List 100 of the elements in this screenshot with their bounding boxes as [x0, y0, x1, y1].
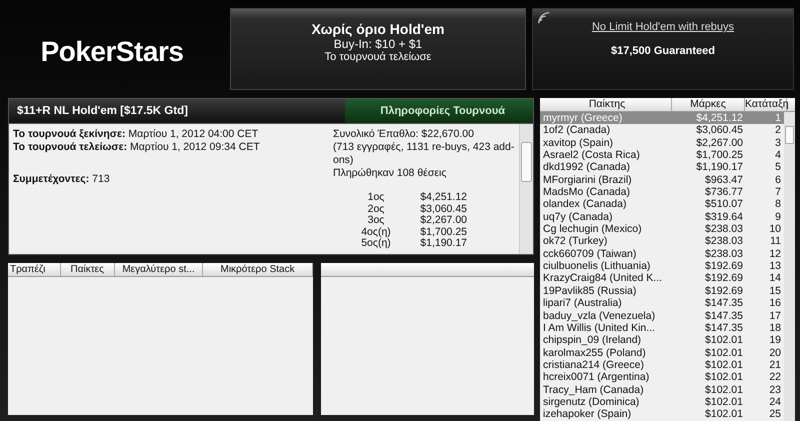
payout-prize: $4,251.12	[419, 192, 467, 204]
chip-count: $319.64	[704, 210, 743, 224]
chip-count: $192.69	[704, 260, 743, 272]
chip-count: $1,700.25	[695, 149, 743, 162]
payout-place: 5ος(η)	[360, 238, 392, 250]
chip-count: $963.47	[704, 174, 743, 186]
rank: 8	[774, 198, 782, 211]
player-row[interactable]: MadsMo (Canada) $736.77 7	[540, 186, 784, 198]
player-name: ok72 (Turkey)	[542, 235, 608, 248]
player-row[interactable]: chipspin_09 (Ireland) $102.01 19	[540, 334, 784, 347]
player-name: karolmax255 (Poland)	[542, 346, 647, 359]
detail-line: Το τουρνουά ξεκίνησε: Μαρτίου 1, 2012 04:00 CET	[13, 128, 260, 141]
player-row[interactable]: cristiana214 (Greece) $102.01 21	[540, 358, 784, 372]
chip-count: $102.01	[704, 384, 743, 396]
rank: 3	[774, 136, 782, 150]
payout-prize: $2,267.00	[419, 215, 467, 226]
player-name: 1of2 (Canada)	[542, 124, 612, 137]
player-row[interactable]: baduy_vzla (Venezuela) $147.35 17	[540, 310, 784, 322]
player-row[interactable]: Tracy_Ham (Canada) $102.01 23	[540, 384, 784, 396]
chip-count: $147.35	[704, 322, 743, 334]
entrants: Συμμετέχοντες: 713	[13, 173, 111, 186]
chip-count: $1,190.17	[695, 161, 743, 174]
chip-count: $2,267.00	[695, 136, 743, 150]
chip-count: $736.77	[704, 186, 743, 198]
player-name: myrmyr (Greece)	[542, 112, 624, 124]
player-row[interactable]: cck660709 (Taiwan) $238.03 12	[540, 248, 784, 260]
chip-count: $102.01	[704, 371, 743, 384]
rank: 9	[774, 210, 782, 224]
chip-count: $3,060.45	[695, 124, 743, 137]
entries-note: (713 εγγραφές, 1131 re-buys, 423 add-ons)	[333, 141, 515, 167]
player-row[interactable]: xavitop (Spain) $2,267.00 3	[540, 136, 784, 150]
player-name: Tracy_Ham (Canada)	[542, 384, 645, 396]
player-name: MForgiarini (Brazil)	[542, 174, 633, 186]
player-name: ciulbuonelis (Lithuania)	[542, 260, 652, 272]
player-row[interactable]: izehapoker (Spain) $102.01 25	[540, 408, 784, 421]
payout-prize: $1,700.25	[419, 226, 467, 238]
player-row[interactable]: MForgiarini (Brazil) $963.47 6	[540, 174, 784, 186]
player-row[interactable]: 19Pavlik85 (Russia) $192.69 15	[540, 284, 784, 298]
player-name: olandex (Canada)	[542, 198, 628, 211]
rank: 22	[768, 371, 782, 384]
player-name: hcreix0071 (Argentina)	[542, 371, 650, 384]
column-header[interactable]: Τραπέζι	[8, 263, 60, 276]
player-row[interactable]: ciulbuonelis (Lithuania) $192.69 13	[540, 260, 784, 272]
column-header[interactable]: Παίκτης	[540, 98, 672, 111]
player-row[interactable]: olandex (Canada) $510.07 8	[540, 198, 784, 211]
chip-count: $192.69	[704, 272, 743, 285]
rank: 6	[774, 174, 782, 186]
column-header[interactable]: Μεγαλύτερο st...	[114, 263, 204, 276]
player-row[interactable]: 1of2 (Canada) $3,060.45 2	[540, 124, 784, 137]
chip-count: $147.35	[704, 297, 743, 310]
rank: 21	[768, 358, 782, 372]
chip-count: $147.35	[704, 310, 743, 322]
guarantee: $17,500 Guaranteed	[610, 45, 716, 57]
scrollbar[interactable]	[519, 124, 533, 254]
logo: PokerStars	[40, 36, 184, 68]
payout-prize: $1,190.17	[419, 238, 467, 250]
chip-count: $510.07	[704, 198, 743, 211]
info-tab[interactable]: Πληροφορίες Τουρνουά	[345, 99, 533, 123]
signal-icon	[537, 11, 551, 25]
rank: 19	[768, 334, 782, 347]
chip-count: $102.01	[704, 334, 743, 347]
scrollbar[interactable]	[784, 112, 795, 421]
column-header[interactable]: Παίκτες	[60, 263, 115, 276]
player-row[interactable]: KrazyCraig84 (United K... $192.69 14	[540, 272, 784, 285]
column-header[interactable]: Κατάταξη	[745, 98, 787, 111]
player-row[interactable]: karolmax255 (Poland) $102.01 20	[540, 346, 784, 359]
player-row[interactable]: uq7y (Canada) $319.64 9	[540, 210, 784, 224]
player-name: dkd1992 (Canada)	[542, 161, 631, 174]
player-row[interactable]: Asrael2 (Costa Rica) $1,700.25 4	[540, 149, 784, 162]
player-row[interactable]: sirgenutz (Dominica) $102.01 24	[540, 396, 784, 408]
payout-prize: $3,060.45	[419, 204, 467, 215]
payout-place: 3ος	[366, 215, 386, 226]
chip-count: $238.03	[704, 248, 743, 260]
paid-places: Πληρώθηκαν 108 θέσεις	[333, 167, 448, 180]
player-name: cck660709 (Taiwan)	[542, 248, 638, 260]
player-row[interactable]: ok72 (Turkey) $238.03 11	[540, 235, 784, 248]
player-name: cristiana214 (Greece)	[542, 358, 645, 372]
tournament-status: Το τουρνουά τελείωσε	[324, 51, 432, 63]
column-header[interactable]: Μάρκες	[672, 98, 745, 111]
chip-count: $102.01	[704, 346, 743, 359]
player-row[interactable]: lipari7 (Australia) $147.35 16	[540, 297, 784, 310]
player-row[interactable]: Cg lechugin (Mexico) $238.03 10	[540, 223, 784, 236]
rank: 15	[768, 284, 782, 298]
player-name: uq7y (Canada)	[542, 210, 614, 224]
player-name: Cg lechugin (Mexico)	[542, 223, 643, 236]
player-name: chipspin_09 (Ireland)	[542, 334, 642, 347]
rank: 1	[774, 112, 782, 124]
game-title: Χωρίς όριο Hold'em	[310, 21, 446, 37]
rank: 13	[768, 260, 782, 272]
player-name: KrazyCraig84 (United K...	[542, 272, 664, 285]
rank: 5	[774, 161, 782, 174]
player-row[interactable]: dkd1992 (Canada) $1,190.17 5	[540, 161, 784, 174]
player-row[interactable]: I Am Willis (United Kin... $147.35 18	[540, 322, 784, 334]
promo-link[interactable]: No Limit Hold'em with rebuys	[533, 21, 793, 33]
column-header[interactable]: Μικρότερο Stack	[203, 263, 313, 276]
player-name: baduy_vzla (Venezuela)	[542, 310, 656, 322]
rank: 20	[768, 346, 782, 359]
player-row[interactable]: hcreix0071 (Argentina) $102.01 22	[540, 371, 784, 384]
rank: 4	[774, 149, 782, 162]
rank: 7	[774, 186, 782, 198]
